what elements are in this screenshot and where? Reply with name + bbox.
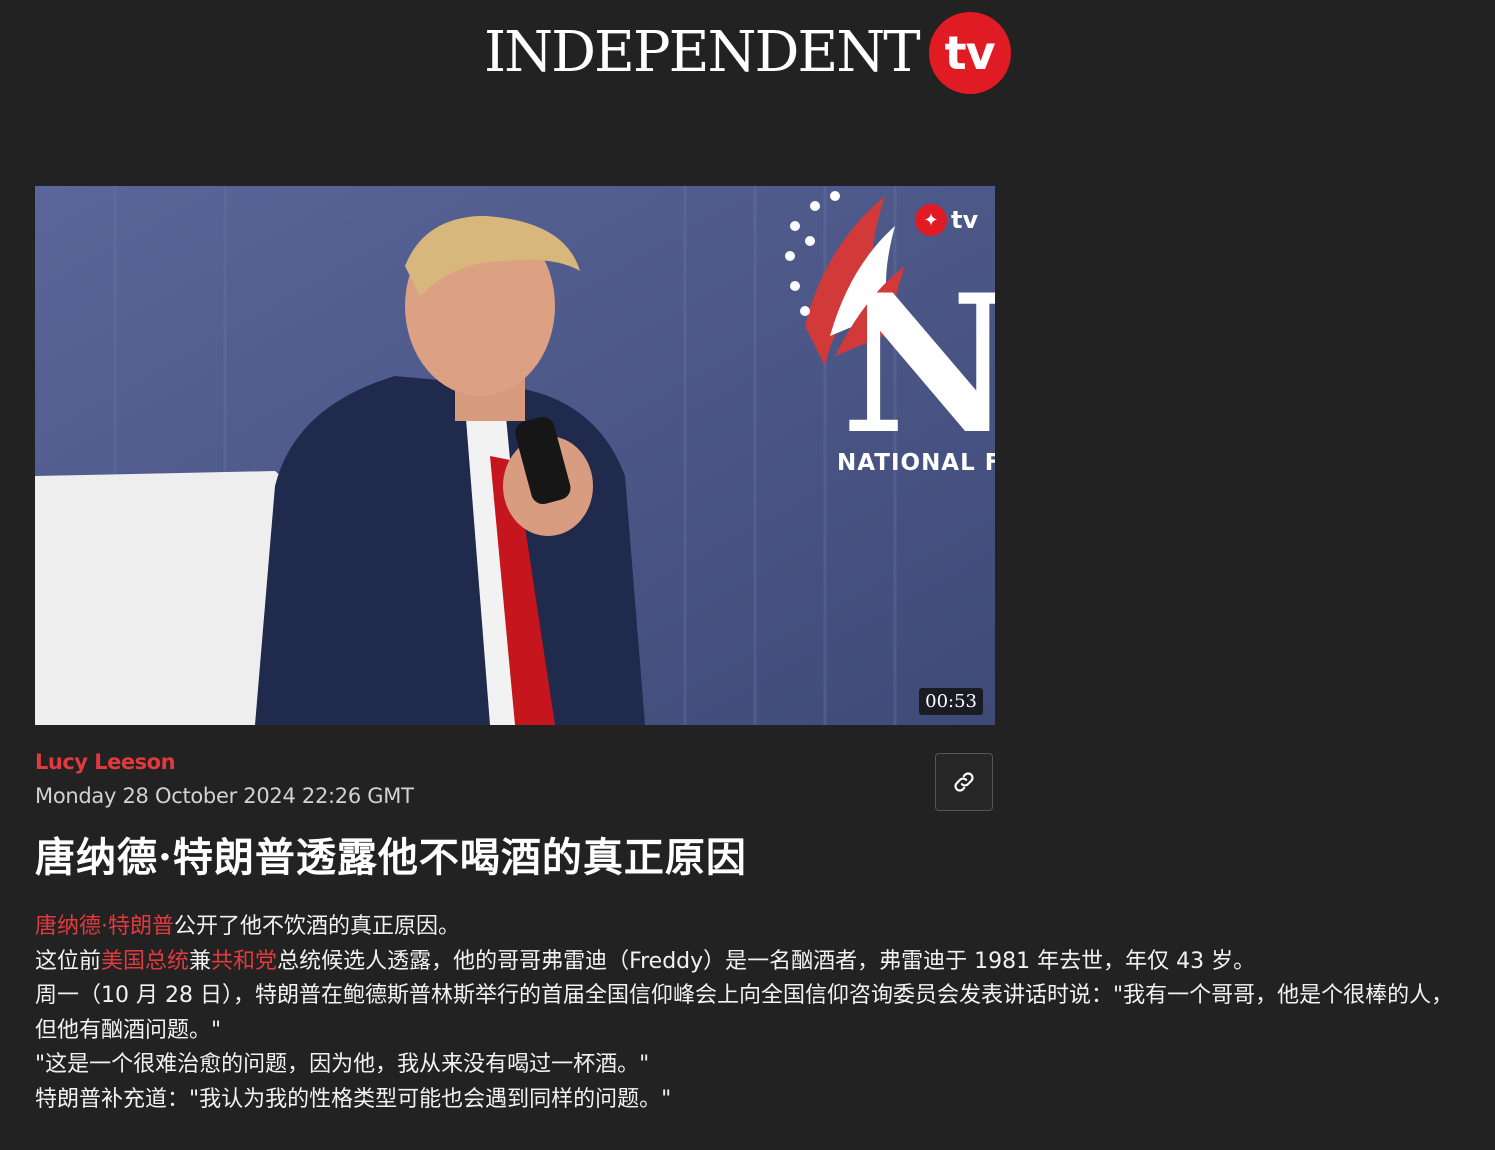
paragraph-text: 这位前 xyxy=(35,948,102,974)
paragraph-1: 唐纳德·特朗普公开了他不饮酒的真正原因。 xyxy=(35,910,1475,945)
eagle-icon: ✦ xyxy=(915,204,947,236)
inline-link-trump[interactable]: 唐纳德·特朗普 xyxy=(35,914,174,939)
paragraph-text: 公开了他不饮酒的真正原因。 xyxy=(174,914,461,939)
publish-date: Monday 28 October 2024 22:26 GMT xyxy=(35,784,414,808)
paragraph-text: 总统候选人透露，他的哥哥弗雷迪（Freddy）是一名酗酒者，弗雷迪于 1981 … xyxy=(277,948,1256,974)
copy-link-button[interactable] xyxy=(935,753,993,811)
author-link[interactable]: Lucy Leeson xyxy=(35,750,414,774)
article-body: 唐纳德·特朗普公开了他不饮酒的真正原因。 这位前美国总统兼共和党总统候选人透露，… xyxy=(35,910,1475,1117)
backdrop-letters: NI xyxy=(841,253,995,476)
watermark-tv: tv xyxy=(951,206,979,234)
site-logo[interactable]: INDEPENDENT tv xyxy=(484,12,1011,94)
byline: Lucy Leeson Monday 28 October 2024 22:26… xyxy=(35,750,414,808)
backdrop-label: NATIONAL FA xyxy=(837,450,995,476)
paragraph-2: 这位前美国总统兼共和党总统候选人透露，他的哥哥弗雷迪（Freddy）是一名酗酒者… xyxy=(35,945,1475,980)
inline-link-us-president[interactable]: 美国总统 xyxy=(101,949,189,974)
video-player[interactable]: NI ✦ tv NATIONAL FA 00:53 xyxy=(35,186,995,725)
article-headline: 唐纳德·特朗普透露他不喝酒的真正原因 xyxy=(35,834,747,881)
paragraph-3: 周一（10 月 28 日），特朗普在鲍德斯普林斯举行的首届全国信仰峰会上向全国信… xyxy=(35,983,1454,1043)
logo-tv-badge: tv xyxy=(928,12,1011,94)
inline-link-republican[interactable]: 共和党 xyxy=(211,949,277,974)
paragraph-5: 特朗普补充道："我认为我的性格类型可能也会遇到同样的问题。" xyxy=(35,1086,672,1112)
paragraph-4: "这是一个很难治愈的问题，因为他，我从来没有喝过一杯酒。" xyxy=(35,1052,650,1077)
video-duration: 00:53 xyxy=(919,688,983,715)
logo-wordmark: INDEPENDENT xyxy=(484,20,921,85)
link-icon xyxy=(954,772,974,792)
video-watermark: ✦ tv xyxy=(915,204,978,236)
paragraph-text: 兼 xyxy=(189,948,212,974)
